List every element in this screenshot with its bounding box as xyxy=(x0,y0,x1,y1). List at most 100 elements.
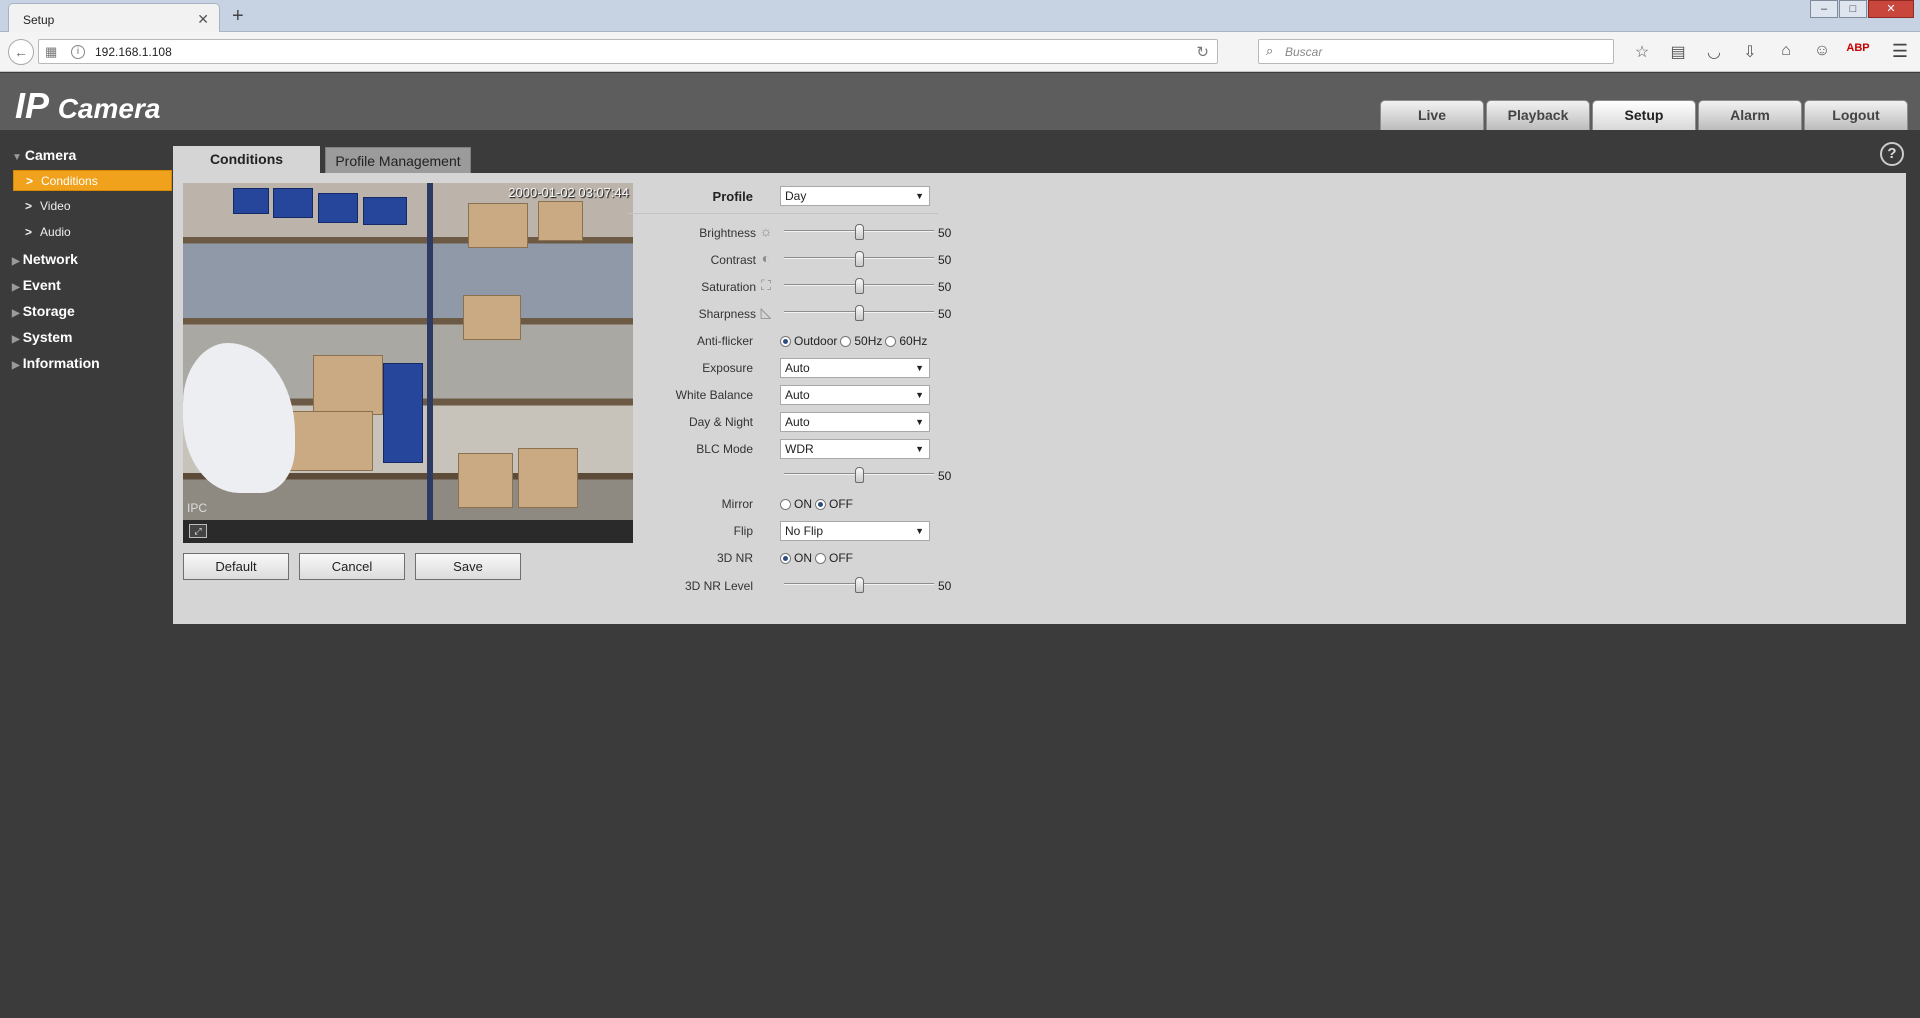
nr3d-on-radio[interactable] xyxy=(780,552,791,564)
contrast-slider[interactable] xyxy=(784,251,934,267)
sharpness-slider[interactable] xyxy=(784,305,934,321)
download-icon[interactable]: ⇩ xyxy=(1732,42,1768,62)
mirror-off-radio[interactable] xyxy=(815,498,826,510)
app-header: IP Camera Live Playback Setup Alarm Logo… xyxy=(0,73,1920,130)
slider-thumb[interactable] xyxy=(855,305,864,321)
close-tab-icon[interactable]: ✕ xyxy=(197,11,209,28)
chat-icon[interactable]: ☺ xyxy=(1804,42,1840,62)
search-input[interactable]: Buscar xyxy=(1285,45,1322,59)
sidebar-category-storage[interactable]: ▶ Storage xyxy=(12,303,75,319)
dropdown-arrow-icon: ▼ xyxy=(915,444,924,454)
pocket-icon[interactable]: ◡ xyxy=(1696,42,1732,62)
chevron-right-icon: > xyxy=(25,199,33,213)
sidebar-category-system[interactable]: ▶ System xyxy=(12,329,73,345)
nr3d-off-radio[interactable] xyxy=(815,552,826,564)
blc-mode-value: WDR xyxy=(785,442,814,456)
help-icon[interactable]: ? xyxy=(1880,142,1904,166)
reload-icon[interactable]: ↻ xyxy=(1196,43,1209,61)
anti-flicker-outdoor-radio[interactable] xyxy=(780,335,791,347)
sidebar-item-audio[interactable]: > Audio xyxy=(13,222,172,243)
slider-thumb[interactable] xyxy=(855,577,864,593)
fullscreen-icon[interactable]: ⤢ xyxy=(189,524,207,538)
slider-thumb[interactable] xyxy=(855,224,864,240)
browser-tab-title: Setup xyxy=(23,13,55,27)
dropdown-arrow-icon: ▼ xyxy=(915,363,924,373)
video-timestamp: 2000-01-02 03:07:44 xyxy=(508,185,629,200)
page-identity-icon[interactable]: ▦ xyxy=(45,44,57,60)
adblock-icon[interactable]: ABP xyxy=(1840,42,1876,62)
window-controls: – □ ✕ xyxy=(1809,0,1914,18)
minimize-icon[interactable]: – xyxy=(1810,0,1838,18)
slider-thumb[interactable] xyxy=(855,278,864,294)
slider-thumb[interactable] xyxy=(855,467,864,483)
info-icon[interactable]: i xyxy=(71,45,85,59)
url-text[interactable]: 192.168.1.108 xyxy=(95,45,172,59)
radio-label: OFF xyxy=(829,551,853,565)
cardboard-box xyxy=(283,411,373,471)
exposure-select[interactable]: Auto ▼ xyxy=(780,358,930,378)
reading-list-icon[interactable]: ▤ xyxy=(1660,42,1696,62)
nav-alarm[interactable]: Alarm xyxy=(1698,100,1802,130)
wdr-slider[interactable] xyxy=(784,467,934,483)
logo-main: IP xyxy=(15,85,48,126)
anti-flicker-60hz-radio[interactable] xyxy=(885,335,897,347)
day-night-value: Auto xyxy=(785,415,810,429)
sidebar-category-camera[interactable]: ▼ Camera xyxy=(12,147,76,163)
flip-label: Flip xyxy=(733,524,753,538)
default-button[interactable]: Default xyxy=(183,553,289,580)
blc-mode-select[interactable]: WDR ▼ xyxy=(780,439,930,459)
home-icon[interactable]: ⌂ xyxy=(1768,42,1804,62)
browser-nav-bar: ← ▦ i 192.168.1.108 ↻ ⌕ Buscar ☆ ▤ ◡ ⇩ ⌂… xyxy=(0,32,1920,72)
nr3d-level-slider[interactable] xyxy=(784,577,934,593)
back-arrow-icon[interactable]: ← xyxy=(8,39,34,65)
cancel-button[interactable]: Cancel xyxy=(299,553,405,580)
saturation-slider[interactable] xyxy=(784,278,934,294)
new-tab-button[interactable]: + xyxy=(232,5,244,28)
tab-profile-management[interactable]: Profile Management xyxy=(325,147,471,173)
brightness-slider[interactable] xyxy=(784,224,934,240)
chevron-right-icon: > xyxy=(25,225,33,239)
sidebar-item-video[interactable]: > Video xyxy=(13,196,172,217)
sidebar-category-information[interactable]: ▶ Information xyxy=(12,355,100,371)
mirror-on-radio[interactable] xyxy=(780,498,791,510)
profile-select[interactable]: Day ▼ xyxy=(780,186,930,206)
contrast-icon: ◐ xyxy=(761,250,771,266)
sidebar-category-event[interactable]: ▶ Event xyxy=(12,277,61,293)
tab-conditions[interactable]: Conditions xyxy=(173,146,320,173)
collapsed-triangle-icon: ▶ xyxy=(12,360,20,371)
sharpness-icon: ◺ xyxy=(760,304,772,320)
nav-playback[interactable]: Playback xyxy=(1486,100,1590,130)
dropdown-arrow-icon: ▼ xyxy=(915,417,924,427)
radio-label: 50Hz xyxy=(854,334,883,348)
cardboard-box xyxy=(458,453,513,508)
collapsed-triangle-icon: ▶ xyxy=(12,308,20,319)
bookmark-star-icon[interactable]: ☆ xyxy=(1624,42,1660,62)
search-bar[interactable]: ⌕ Buscar xyxy=(1258,39,1614,64)
nav-live[interactable]: Live xyxy=(1380,100,1484,130)
url-bar[interactable]: ▦ i 192.168.1.108 ↻ xyxy=(38,39,1218,64)
nav-logout[interactable]: Logout xyxy=(1804,100,1908,130)
browser-toolbar: ☆ ▤ ◡ ⇩ ⌂ ☺ ABP xyxy=(1624,42,1876,62)
day-night-select[interactable]: Auto ▼ xyxy=(780,412,930,432)
sidebar-item-conditions[interactable]: > Conditions xyxy=(13,170,172,191)
logo-sub: Camera xyxy=(57,93,161,124)
window-close-icon[interactable]: ✕ xyxy=(1868,0,1914,18)
saturation-value: 50 xyxy=(938,280,952,294)
sharpness-label: Sharpness xyxy=(698,307,756,321)
profile-label: Profile xyxy=(712,189,753,204)
mirror-radio-group: ON OFF xyxy=(780,497,856,511)
nav-setup[interactable]: Setup xyxy=(1592,100,1696,130)
saturation-label: Saturation xyxy=(701,280,756,294)
save-button[interactable]: Save xyxy=(415,553,521,580)
flip-select[interactable]: No Flip ▼ xyxy=(780,521,930,541)
dropdown-arrow-icon: ▼ xyxy=(915,390,924,400)
exposure-label: Exposure xyxy=(702,361,753,375)
flip-value: No Flip xyxy=(785,524,824,538)
browser-tab-setup[interactable]: Setup ✕ xyxy=(8,3,220,32)
maximize-icon[interactable]: □ xyxy=(1839,0,1867,18)
anti-flicker-50hz-radio[interactable] xyxy=(840,335,852,347)
slider-thumb[interactable] xyxy=(855,251,864,267)
white-balance-select[interactable]: Auto ▼ xyxy=(780,385,930,405)
sidebar-category-network[interactable]: ▶ Network xyxy=(12,251,78,267)
hamburger-menu-icon[interactable]: ☰ xyxy=(1892,41,1908,62)
